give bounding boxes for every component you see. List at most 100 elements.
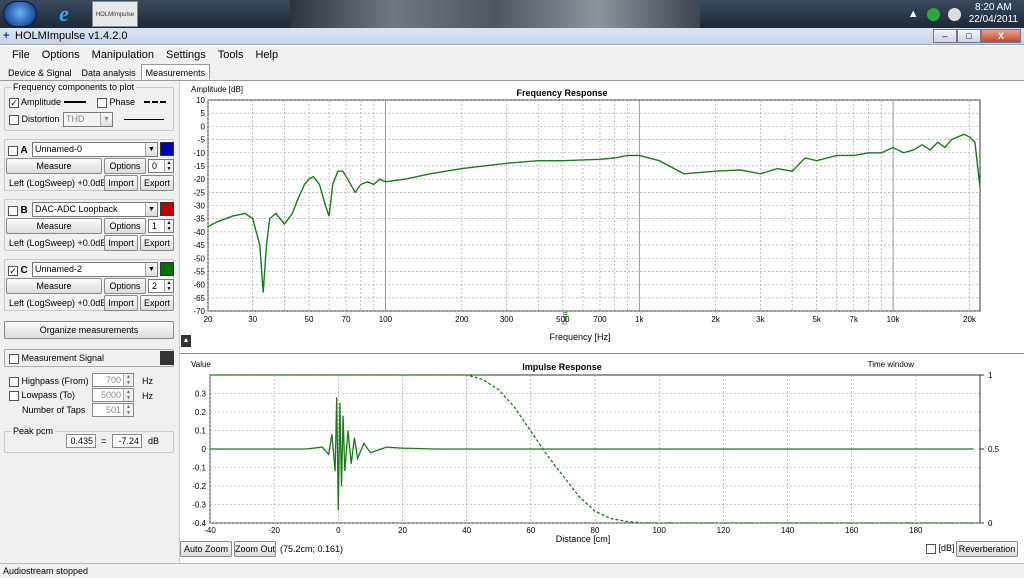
close-button[interactable]: X: [981, 29, 1021, 43]
measurement-a-index-spinner[interactable]: 0 ▲ ▼: [148, 159, 174, 173]
tab-measurements[interactable]: Measurements: [140, 64, 211, 80]
ir-ytick-label: -0.3: [192, 501, 206, 510]
peak-db-unit: dB: [148, 436, 160, 446]
chevron-down-icon: ▼: [145, 203, 157, 216]
measurement-a-name-select[interactable]: Unnamed-0 ▼: [32, 142, 158, 157]
db-toggle[interactable]: [dB]: [926, 543, 955, 554]
spinner-arrows-icon[interactable]: ▲ ▼: [123, 404, 133, 416]
highpass-checkbox[interactable]: [9, 376, 19, 387]
measurement-b-index-spinner[interactable]: 1 ▲ ▼: [148, 219, 174, 233]
fr-ytick-label: -30: [193, 202, 205, 211]
distortion-checkbox[interactable]: [9, 114, 19, 125]
menu-file[interactable]: File: [6, 46, 36, 64]
fr-xtick-label: 1k: [635, 315, 644, 324]
tray-network-icon[interactable]: [926, 7, 940, 21]
fr-xtick-label: 200: [455, 315, 469, 324]
ir-xtick-label: 180: [909, 526, 923, 535]
lowpass-option[interactable]: Lowpass (To): [9, 390, 75, 401]
measurement-c-measure-button[interactable]: Measure: [6, 278, 102, 294]
spinner-arrows-icon[interactable]: ▲ ▼: [123, 389, 133, 401]
maximize-button[interactable]: □: [957, 29, 981, 43]
spinner-arrows-icon[interactable]: ▲ ▼: [123, 374, 133, 386]
highpass-input[interactable]: 700 ▲ ▼: [92, 373, 134, 387]
organize-measurements-button[interactable]: Organize measurements: [4, 321, 174, 339]
ir-ytick-label: -0.4: [192, 519, 206, 528]
distortion-option[interactable]: Distortion: [9, 114, 60, 125]
measurement-signal-checkbox[interactable]: [9, 353, 19, 364]
menu-tools[interactable]: Tools: [212, 46, 250, 64]
clock-time: 8:20 AM: [974, 2, 1012, 13]
distortion-type-value: THD: [66, 114, 85, 124]
impulse-response-chart[interactable]: Value Time window Impulse Response Dista…: [180, 355, 1024, 545]
ir-xtick-label: 140: [781, 526, 795, 535]
highpass-option[interactable]: Highpass (From): [9, 376, 89, 387]
lowpass-checkbox[interactable]: [9, 390, 19, 401]
phase-option[interactable]: Phase: [97, 97, 135, 108]
internet-explorer-icon[interactable]: e: [48, 2, 80, 26]
clock[interactable]: 8:20 AM 22/04/2011: [969, 2, 1018, 26]
measurement-b-name-select[interactable]: DAC-ADC Loopback Calibrated▼: [32, 202, 158, 227]
measurement-c-index-spinner[interactable]: 2 ▲ ▼: [148, 279, 174, 293]
menu-manipulation[interactable]: Manipulation: [86, 46, 160, 64]
measurement-a-toggle[interactable]: A: [8, 145, 28, 156]
measurement-c-toggle[interactable]: ✓ C: [8, 265, 28, 276]
taps-input[interactable]: 501 ▲ ▼: [92, 403, 134, 417]
measurement-a-color-swatch[interactable]: [160, 142, 174, 156]
menu-options[interactable]: Options: [36, 46, 86, 64]
menu-bar: File Options Manipulation Settings Tools…: [0, 46, 1024, 64]
highpass-label: Highpass (From): [21, 376, 89, 386]
fr-ytick-label: 0: [201, 122, 206, 131]
measurement-a-options-button[interactable]: Options: [104, 158, 146, 174]
zoom-out-button[interactable]: Zoom Out: [234, 541, 276, 557]
fr-xtick-label: 2k: [711, 315, 720, 324]
measurement-signal-toggle[interactable]: Measurement Signal: [9, 353, 104, 364]
spinner-arrows-icon[interactable]: ▲ ▼: [164, 160, 173, 172]
measurement-c-import-button[interactable]: Import: [104, 295, 138, 311]
ir-xtick-label: 40: [462, 526, 471, 535]
measurement-b-import-button[interactable]: Import: [104, 235, 138, 251]
tray-arrow-icon[interactable]: ▲: [908, 8, 919, 20]
measurement-b-export-button[interactable]: Export: [140, 235, 174, 251]
measurement-b-options-button[interactable]: Options: [104, 218, 146, 234]
fr-title: Frequency Response: [516, 88, 607, 98]
frequency-response-chart[interactable]: Amplitude [dB] Frequency Response Freque…: [180, 81, 1024, 351]
spinner-arrows-icon[interactable]: ▲ ▼: [164, 280, 173, 292]
measurement-c-options-button[interactable]: Options: [104, 278, 146, 294]
menu-help[interactable]: Help: [249, 46, 284, 64]
clock-date: 22/04/2011: [968, 14, 1018, 25]
phase-checkbox[interactable]: [97, 97, 107, 108]
measurement-a-export-button[interactable]: Export: [140, 175, 174, 191]
measurement-c-export-button[interactable]: Export: [140, 295, 174, 311]
measurement-b-measure-button[interactable]: Measure: [6, 218, 102, 234]
fr-ytick-label: 5: [201, 109, 206, 118]
reverberation-button[interactable]: Reverberation: [956, 541, 1018, 557]
measurement-a-measure-button[interactable]: Measure: [6, 158, 102, 174]
taskbar: e HOLMImpulse ▲ 8:20 AM 22/04/2011: [0, 0, 1024, 28]
measurement-signal-color-swatch[interactable]: [160, 351, 174, 365]
taskbar-app-holmimpulse[interactable]: HOLMImpulse: [92, 1, 138, 27]
amplitude-option[interactable]: ✓ Amplitude: [9, 97, 61, 108]
minimize-button[interactable]: –: [933, 29, 957, 43]
db-checkbox[interactable]: [926, 543, 936, 554]
measurement-c-color-swatch[interactable]: [160, 262, 174, 276]
distortion-type-select[interactable]: THD ▼: [63, 112, 113, 127]
measurement-a-import-button[interactable]: Import: [104, 175, 138, 191]
tab-data-analysis[interactable]: Data analysis: [77, 64, 141, 80]
tab-device-signal[interactable]: Device & Signal: [3, 64, 77, 80]
start-button[interactable]: [3, 1, 37, 27]
menu-settings[interactable]: Settings: [160, 46, 212, 64]
tray-volume-icon[interactable]: [947, 7, 961, 21]
lowpass-input[interactable]: 5000 ▲ ▼: [92, 388, 134, 402]
auto-zoom-button[interactable]: Auto Zoom: [180, 541, 232, 557]
spinner-arrows-icon[interactable]: ▲ ▼: [164, 220, 173, 232]
measurement-a-checkbox[interactable]: [8, 145, 18, 156]
measurement-b-source: Left (LogSweep) +0.0dB: [9, 238, 107, 248]
ir-y2tick-label: 1: [988, 371, 993, 380]
measurement-b-color-swatch[interactable]: [160, 202, 174, 216]
measurement-b-checkbox[interactable]: [8, 205, 18, 216]
measurement-b-toggle[interactable]: B: [8, 205, 28, 216]
measurement-c-name-select[interactable]: Unnamed-2 ▼: [32, 262, 158, 277]
fr-xtick-label: 3k: [756, 315, 765, 324]
amplitude-checkbox[interactable]: ✓: [9, 97, 19, 108]
measurement-c-checkbox[interactable]: ✓: [8, 265, 18, 276]
